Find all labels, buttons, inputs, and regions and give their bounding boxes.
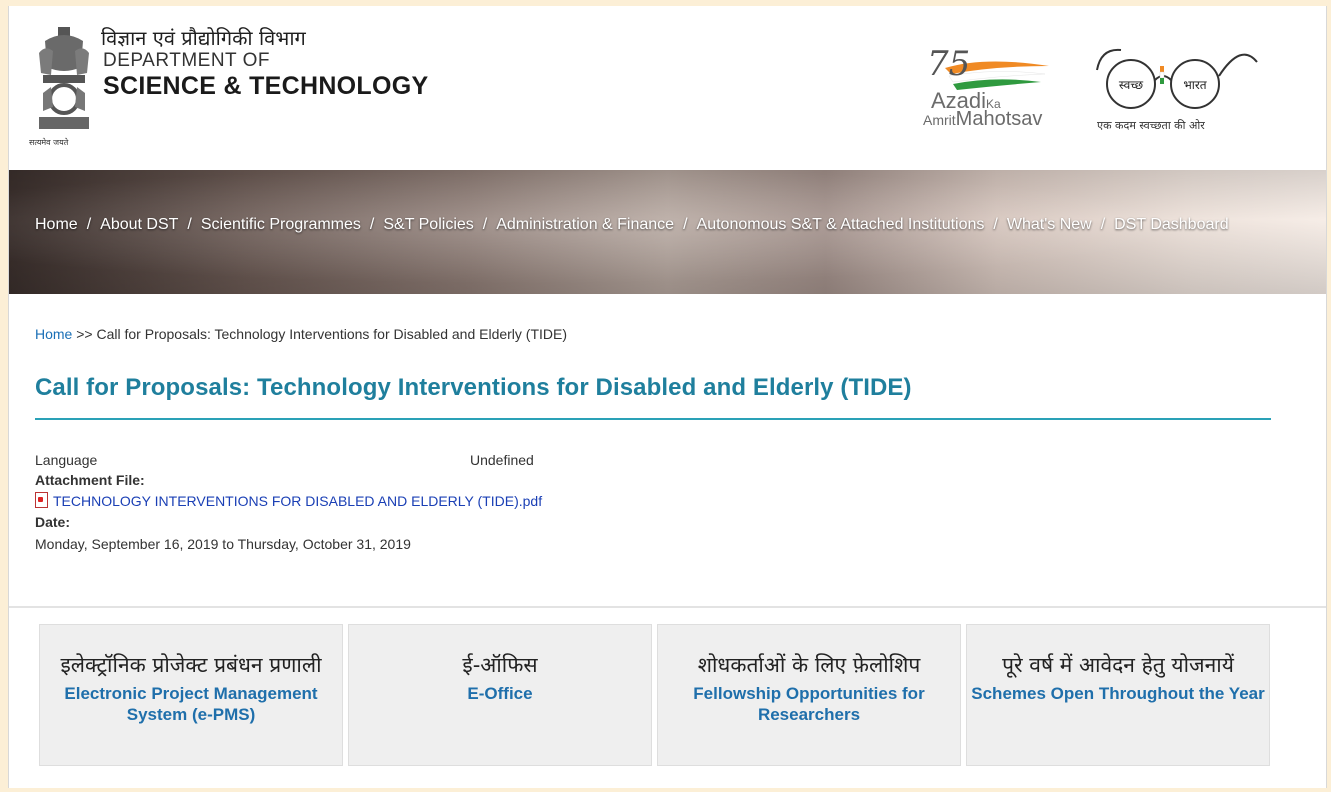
breadcrumb-current: Call for Proposals: Technology Intervent… [96, 326, 568, 342]
breadcrumb-separator: >> [76, 326, 93, 342]
nav-separator: / [683, 216, 688, 233]
pdf-file-icon [35, 492, 48, 508]
nav-separator: / [993, 216, 998, 233]
nav-separator: / [187, 216, 192, 233]
tile-fellowship-english: Fellowship Opportunities for Researchers [693, 684, 925, 724]
nav-item-dst-dashboard[interactable]: DST Dashboard [1114, 216, 1228, 234]
swachh-right-text: भारत [1183, 78, 1207, 92]
department-name-line1: DEPARTMENT OF [103, 50, 270, 71]
site-header: सत्यमेव जयते विज्ञान एवं प्रौद्योगिकी वि… [9, 6, 1326, 170]
attachment-row: TECHNOLOGY INTERVENTIONS FOR DISABLED AN… [35, 492, 542, 509]
quick-links: इलेक्ट्रॉनिक प्रोजेक्ट प्रबंधन प्रणाली E… [39, 624, 1289, 768]
national-emblem-icon [39, 27, 89, 129]
tile-schemes[interactable]: पूरे वर्ष में आवेदन हेतु योजनायें Scheme… [966, 624, 1270, 766]
attachment-label: Attachment File: [35, 472, 145, 488]
tile-fellowship-hindi: शोधकर्ताओं के लिए फ़ेलोशिप [697, 653, 921, 677]
section-divider [9, 606, 1326, 608]
nav-separator: / [1100, 216, 1106, 233]
language-label: Language [35, 452, 98, 468]
title-divider [35, 418, 1271, 420]
nav-item-home[interactable]: Home [35, 216, 78, 234]
nav-item-st-policies[interactable]: S&T Policies [383, 216, 473, 234]
department-name-hindi: विज्ञान एवं प्रौद्योगिकी विभाग [101, 26, 306, 50]
attachment-pdf-link[interactable]: TECHNOLOGY INTERVENTIONS FOR DISABLED AN… [53, 493, 542, 509]
nav-separator: / [482, 216, 488, 233]
nav-item-about-dst[interactable]: About DST [100, 216, 178, 234]
department-name-line2: SCIENCE & TECHNOLOGY [103, 72, 429, 100]
nav-item-scientific-programmes[interactable]: Scientific Programmes [201, 216, 361, 234]
swachh-left-text: स्वच्छ [1119, 78, 1143, 92]
azadi-75: 75 [927, 44, 971, 84]
nav-item-administration-finance[interactable]: Administration & Finance [496, 216, 674, 234]
page-frame: सत्यमेव जयते विज्ञान एवं प्रौद्योगिकी वि… [8, 6, 1327, 788]
main-nav: Home / About DST / Scientific Programmes… [35, 216, 1229, 234]
swachh-bharat-logo: स्वच्छ भारत एक कदम स्वच्छता की ओर [1091, 36, 1261, 146]
page-title: Call for Proposals: Technology Intervent… [35, 374, 912, 401]
azadi-amrit-mahotsav: AmritMahotsav [923, 108, 1043, 130]
nav-item-whats-new[interactable]: What's New [1007, 216, 1092, 234]
date-value: Monday, September 16, 2019 to Thursday, … [35, 536, 411, 552]
nav-banner: Home / About DST / Scientific Programmes… [9, 170, 1326, 294]
nav-item-autonomous-institutions[interactable]: Autonomous S&T & Attached Institutions [697, 216, 985, 234]
breadcrumb-home-link[interactable]: Home [35, 326, 72, 342]
swachh-caption: एक कदम स्वच्छता की ओर [1097, 119, 1205, 132]
azadi-ka-amrit-mahotsav-logo: 75 AzadiKa AmritMahotsav [923, 44, 1053, 134]
tile-epms-hindi: इलेक्ट्रॉनिक प्रोजेक्ट प्रबंधन प्रणाली [60, 653, 322, 677]
gandhi-glasses-icon: स्वच्छ भारत [1096, 48, 1258, 109]
tile-e-office-english: E-Office [467, 684, 533, 703]
tile-e-office-hindi: ई-ऑफिस [462, 653, 538, 677]
nav-separator: / [86, 216, 92, 233]
tile-epms[interactable]: इलेक्ट्रॉनिक प्रोजेक्ट प्रबंधन प्रणाली E… [39, 624, 343, 766]
emblem-caption: सत्यमेव जयते [29, 138, 69, 147]
nav-separator: / [369, 216, 375, 233]
tile-epms-english: Electronic Project Management System (e-… [64, 684, 318, 724]
tile-fellowship[interactable]: शोधकर्ताओं के लिए फ़ेलोशिप Fellowship Op… [657, 624, 961, 766]
date-label: Date: [35, 514, 71, 530]
tile-e-office[interactable]: ई-ऑफिस E-Office [348, 624, 652, 766]
tile-schemes-hindi: पूरे वर्ष में आवेदन हेतु योजनायें [1002, 653, 1234, 677]
breadcrumb: Home >> Call for Proposals: Technology I… [35, 326, 567, 342]
language-value: Undefined [470, 452, 534, 468]
tile-schemes-english: Schemes Open Throughout the Year [971, 684, 1265, 703]
